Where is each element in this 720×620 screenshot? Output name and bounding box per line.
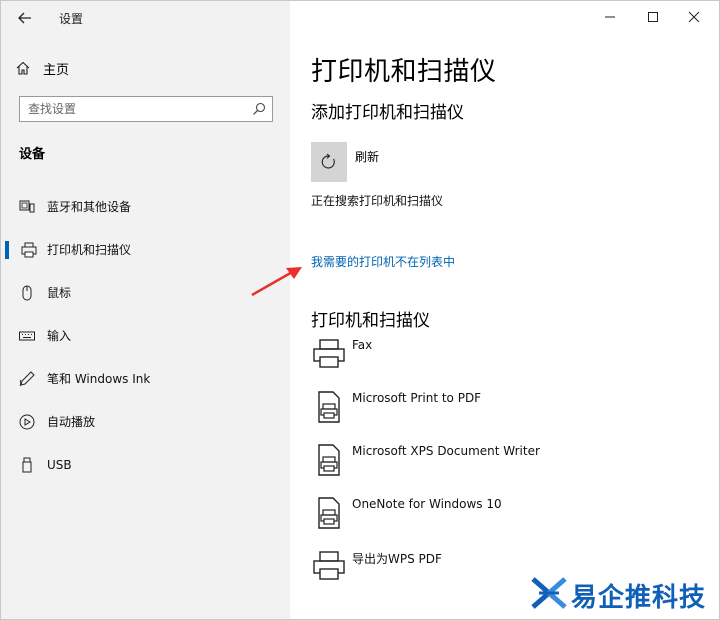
printer-item-fax[interactable]: Fax — [311, 334, 711, 387]
xps-printer-icon — [318, 444, 340, 476]
maximize-icon — [648, 12, 658, 22]
sidebar-item-label: USB — [47, 457, 72, 472]
sidebar-item-label: 自动播放 — [47, 415, 96, 429]
printers-heading: 打印机和扫描仪 — [311, 311, 430, 331]
main-content: 打印机和扫描仪 添加打印机和扫描仪 刷新 正在搜索打印机和扫描仪 我需要的打印机… — [290, 1, 719, 619]
add-printers-heading: 添加打印机和扫描仪 — [311, 103, 464, 123]
annotation-arrow — [251, 267, 302, 297]
sidebar-item-usb[interactable]: USB — [1, 443, 290, 486]
search-input[interactable] — [20, 97, 258, 121]
back-button[interactable] — [13, 7, 37, 29]
pen-icon — [18, 370, 36, 388]
sidebar-item-typing[interactable]: 输入 — [1, 314, 290, 357]
home-nav-item[interactable]: 主页 — [15, 56, 275, 80]
watermark-logo-icon — [531, 577, 567, 609]
bluetooth-devices-icon — [18, 198, 36, 216]
printer-icon — [20, 241, 38, 259]
refresh-icon — [321, 153, 335, 169]
printer-item-onenote[interactable]: OneNote for Windows 10 — [311, 493, 711, 546]
printer-name: Microsoft Print to PDF — [352, 391, 482, 405]
sidebar-item-label: 打印机和扫描仪 — [47, 243, 132, 257]
sidebar-item-label: 蓝牙和其他设备 — [47, 200, 132, 214]
sidebar-item-pen[interactable]: 笔和 Windows Ink — [1, 357, 290, 400]
sidebar-item-label: 鼠标 — [47, 286, 72, 300]
search-icon[interactable] — [252, 102, 266, 116]
settings-window: 设置 主页 设备 — [0, 0, 720, 620]
refresh-label[interactable]: 刷新 — [355, 148, 379, 165]
sidebar-nav: 蓝牙和其他设备 打印机和扫描仪 鼠标 输入 笔和 Windows Ink 自动播… — [1, 185, 290, 486]
searching-status: 正在搜索打印机和扫描仪 — [311, 194, 444, 208]
mouse-icon — [18, 284, 36, 302]
close-icon — [688, 11, 700, 23]
onenote-printer-icon — [318, 497, 340, 529]
printer-name: 导出为WPS PDF — [352, 552, 442, 566]
sidebar: 设置 主页 设备 — [1, 1, 290, 619]
pdf-printer-icon — [318, 391, 340, 423]
printer-name: Microsoft XPS Document Writer — [352, 444, 540, 458]
keyboard-icon — [18, 327, 36, 345]
printer-name: Fax — [352, 338, 373, 352]
search-box — [19, 96, 273, 122]
page-title: 打印机和扫描仪 — [311, 57, 497, 87]
refresh-button[interactable] — [311, 142, 347, 182]
autoplay-icon — [18, 413, 36, 431]
maximize-button[interactable] — [633, 5, 673, 29]
printer-name: OneNote for Windows 10 — [352, 497, 502, 511]
home-icon — [16, 61, 30, 75]
usb-icon — [18, 456, 36, 474]
sidebar-item-label: 输入 — [47, 329, 72, 343]
printer-list: Fax Microsoft Print to PDF Microsoft XPS… — [311, 334, 711, 599]
back-arrow-icon — [18, 12, 31, 24]
home-label: 主页 — [43, 62, 70, 78]
minimize-icon — [605, 16, 615, 18]
fax-printer-icon — [313, 339, 345, 368]
watermark-text: 易企推科技 — [571, 583, 707, 613]
wps-printer-icon — [313, 551, 345, 580]
section-title: 设备 — [19, 147, 46, 162]
sidebar-item-label: 笔和 Windows Ink — [47, 372, 151, 386]
printer-item-xps-writer[interactable]: Microsoft XPS Document Writer — [311, 440, 711, 493]
app-title: 设置 — [59, 12, 84, 26]
printer-not-listed-link[interactable]: 我需要的打印机不在列表中 — [311, 253, 455, 270]
sidebar-item-bluetooth[interactable]: 蓝牙和其他设备 — [1, 185, 290, 228]
watermark: 易企推科技 — [529, 573, 719, 617]
sidebar-item-autoplay[interactable]: 自动播放 — [1, 400, 290, 443]
minimize-button[interactable] — [590, 5, 630, 29]
printer-item-print-to-pdf[interactable]: Microsoft Print to PDF — [311, 387, 711, 440]
close-button[interactable] — [674, 5, 714, 29]
